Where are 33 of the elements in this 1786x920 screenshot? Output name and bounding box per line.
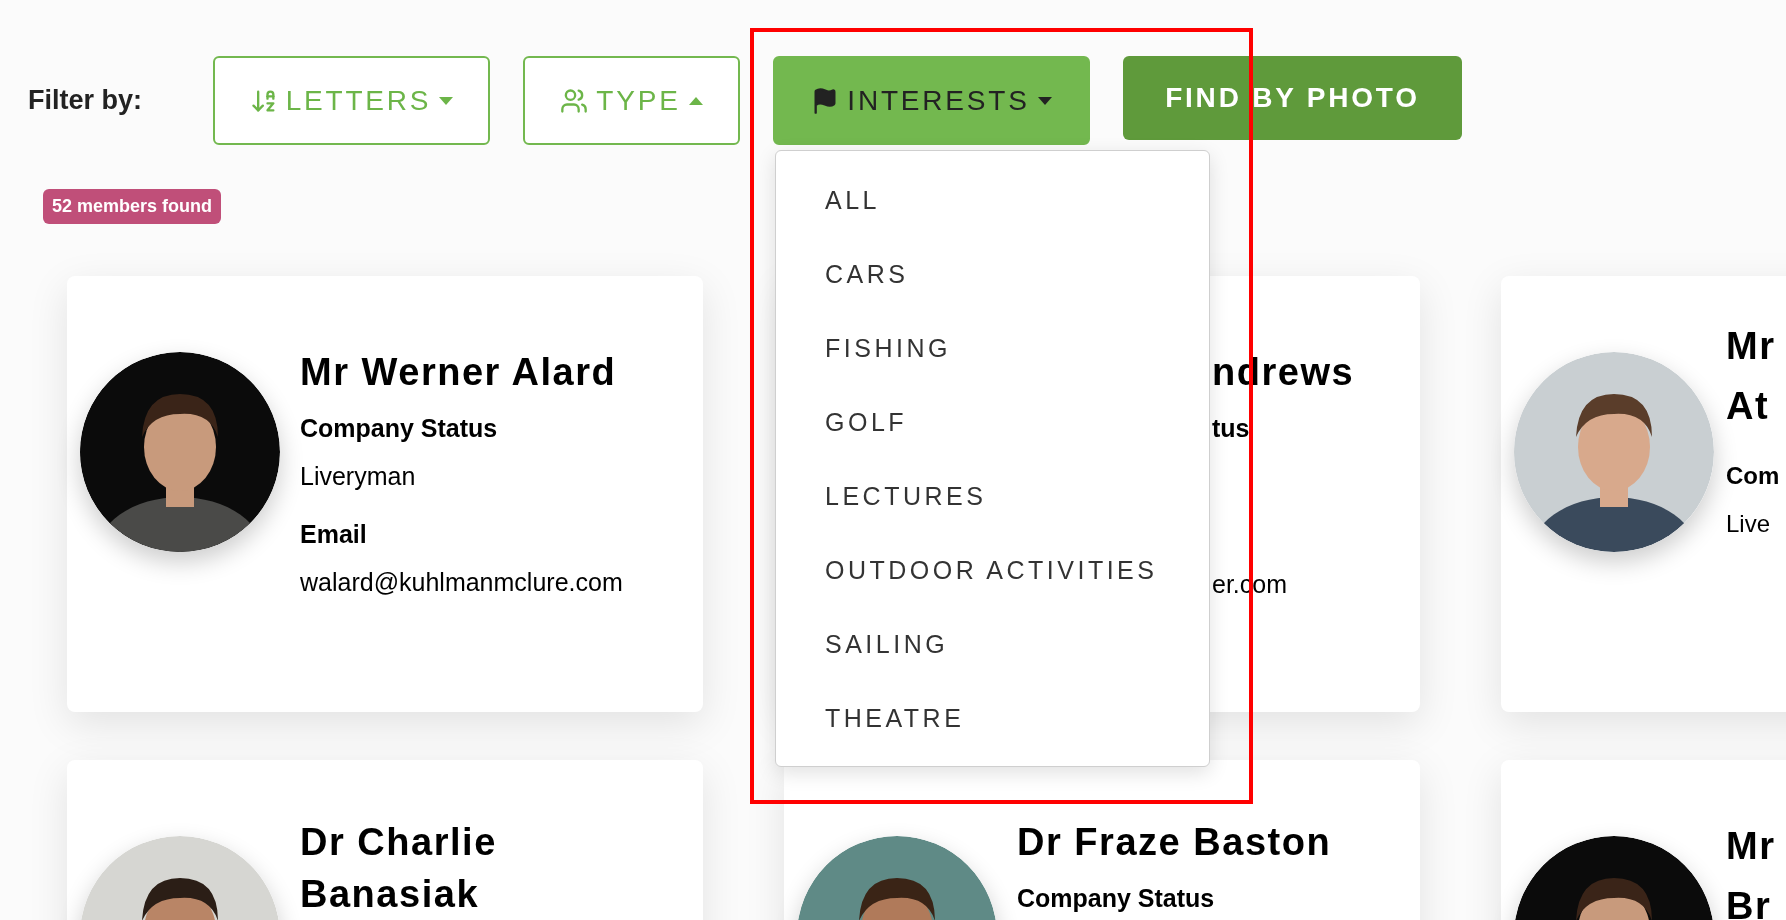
member-card[interactable]: Mr At Com Live <box>1501 276 1786 712</box>
member-card[interactable]: Mr Werner Alard Company Status Liveryman Email walard@kuhlmanmclure.com <box>67 276 703 712</box>
menu-item[interactable]: GOLF <box>776 386 1209 460</box>
results-badge: 52 members found <box>43 189 222 224</box>
field-value: Liveryman <box>300 461 417 492</box>
menu-item[interactable]: THEATRE <box>776 682 1209 756</box>
member-card[interactable]: Dr Fraze Baston Company Status <box>784 760 1420 920</box>
menu-item[interactable]: OUTDOOR ACTIVITIES <box>776 534 1209 608</box>
field-label: Com <box>1726 461 1781 491</box>
field-label: tus <box>1212 413 1251 444</box>
menu-item[interactable]: FISHING <box>776 312 1209 386</box>
member-name: Mr Werner Alard <box>300 350 618 395</box>
member-name: Mr At <box>1726 324 1777 429</box>
field-value: walard@kuhlmanmclure.com <box>300 567 624 598</box>
caret-down-icon <box>439 96 454 105</box>
member-card[interactable]: Mr Br <box>1501 760 1786 920</box>
member-card[interactable]: Dr Charlie Banasiak <box>67 760 703 920</box>
menu-item[interactable]: SAILING <box>776 608 1209 682</box>
field-label: Company Status <box>1017 883 1216 914</box>
menu-item[interactable]: CARS <box>776 238 1209 312</box>
users-icon <box>560 86 589 115</box>
caret-up-icon <box>688 96 703 105</box>
filter-label: Filter by: <box>28 84 143 118</box>
caret-down-icon <box>1037 96 1052 105</box>
member-name: Dr Charlie Banasiak <box>300 820 498 917</box>
field-label: Email <box>300 519 368 550</box>
field-value: Live <box>1726 509 1772 539</box>
menu-item[interactable]: LECTURES <box>776 460 1209 534</box>
member-name: Dr Fraze Baston <box>1017 820 1333 865</box>
field-label: Company Status <box>300 413 499 444</box>
filter-button[interactable]: INTERESTS <box>773 56 1090 145</box>
member-name: Mr Br <box>1726 824 1777 920</box>
menu-item[interactable]: ALL <box>776 164 1209 238</box>
